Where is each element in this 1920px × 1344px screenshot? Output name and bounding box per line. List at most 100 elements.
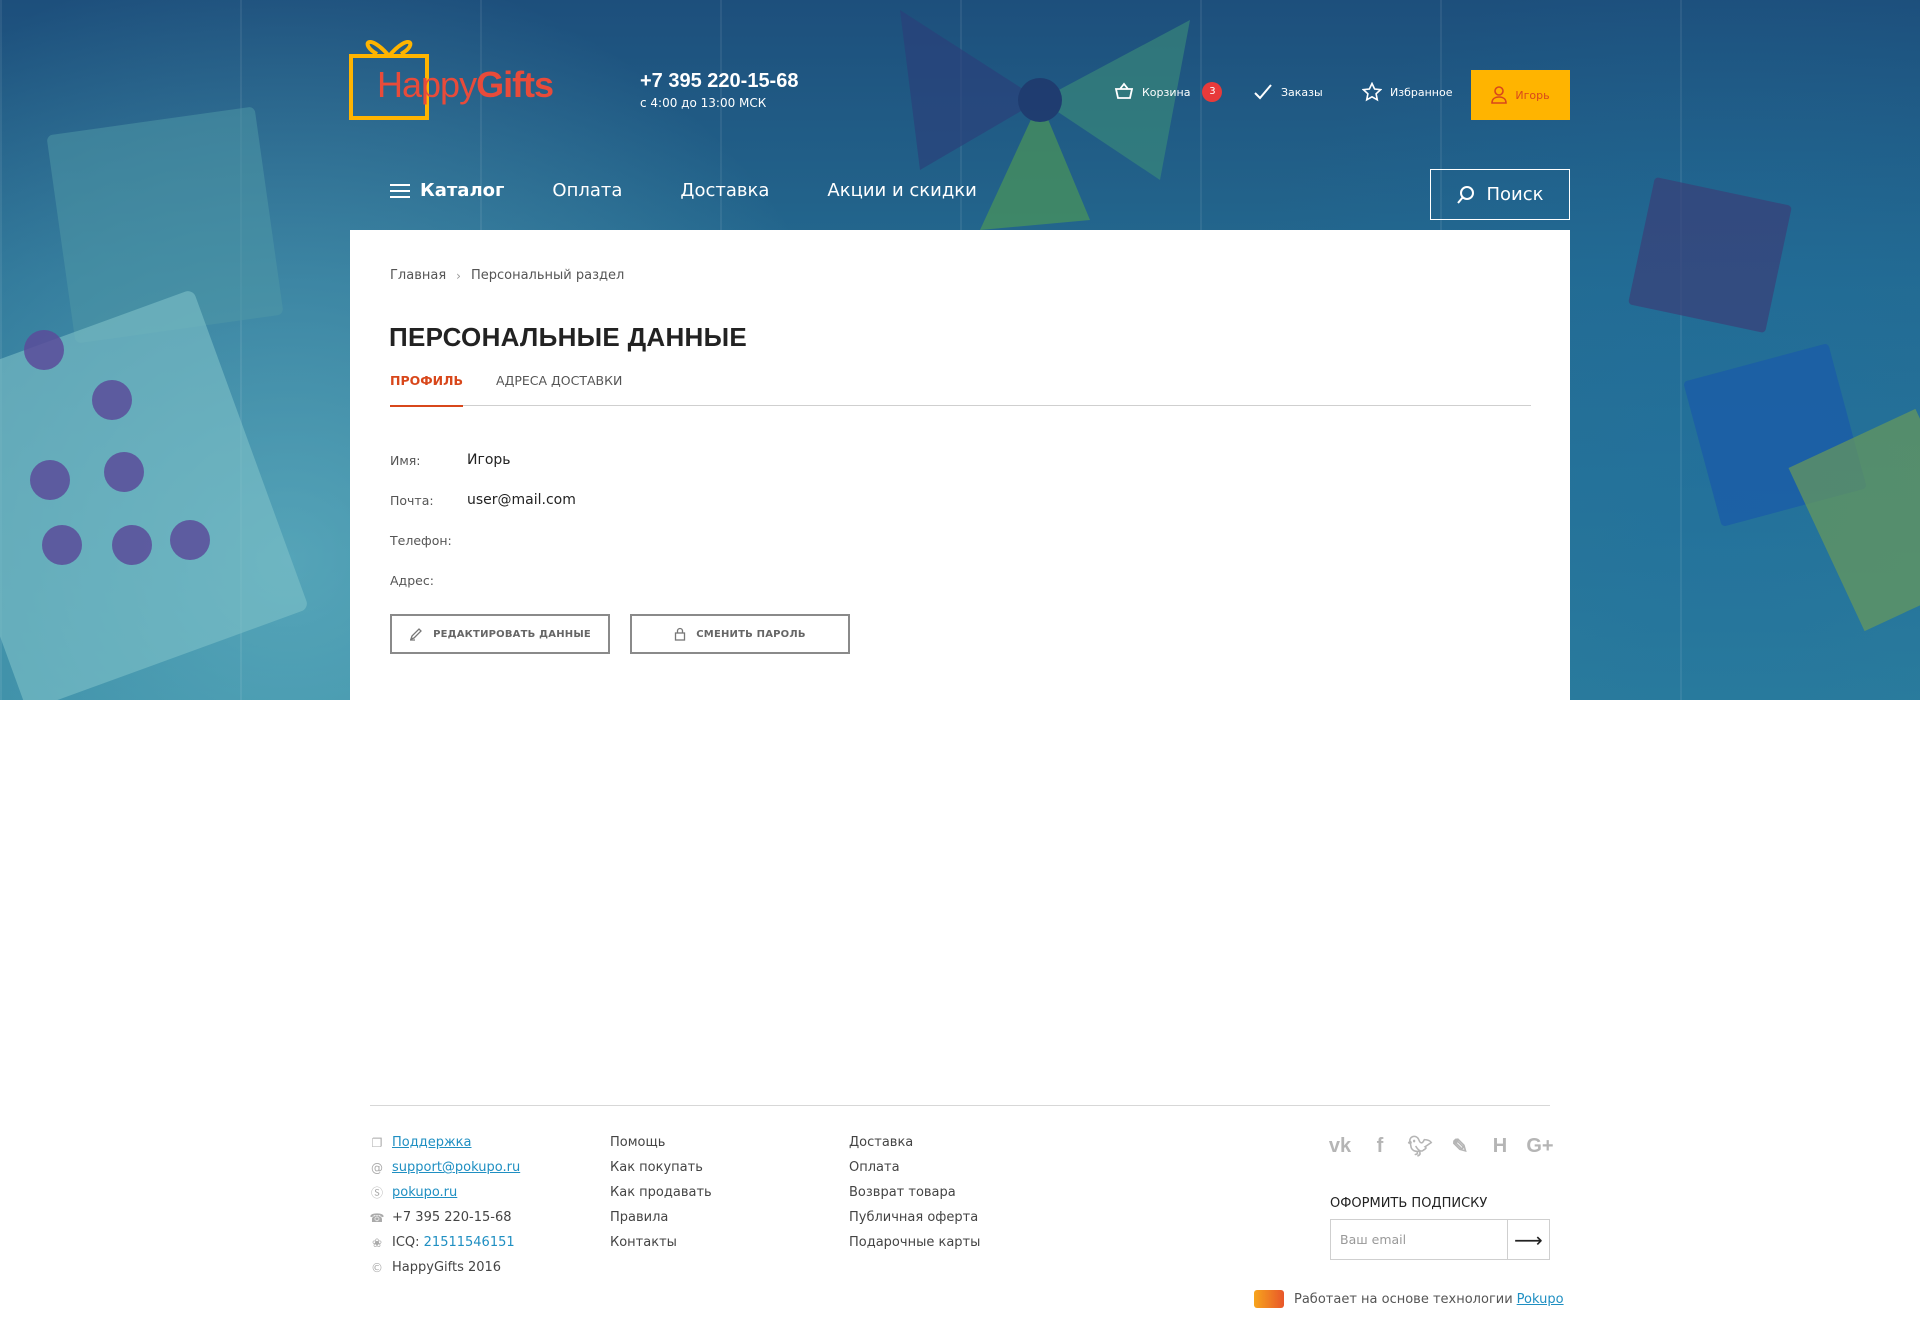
- footer-link[interactable]: Контакты: [610, 1230, 712, 1255]
- field-address: Адрес:: [390, 560, 576, 600]
- nav-catalog[interactable]: Каталог: [390, 180, 504, 201]
- breadcrumb-current: Персональный раздел: [470, 268, 625, 283]
- email-input[interactable]: [1331, 1220, 1507, 1259]
- basket-icon: [1114, 82, 1134, 99]
- check-icon: [1254, 84, 1272, 100]
- profile-tabs: ПРОФИЛЬ АДРЕСА ДОСТАВКИ: [390, 372, 1531, 407]
- footer-link[interactable]: Помощь: [610, 1130, 712, 1155]
- footer-link[interactable]: Оплата: [849, 1155, 980, 1180]
- google-plus-icon[interactable]: G+: [1526, 1134, 1553, 1158]
- footer-info-links: Доставка Оплата Возврат товара Публичная…: [849, 1130, 980, 1255]
- icq-icon: ❀: [371, 1235, 383, 1250]
- subscribe-title: ОФОРМИТЬ ПОДПИСКУ: [1330, 1196, 1488, 1211]
- favorites-link[interactable]: Избранное: [1362, 82, 1452, 102]
- main-nav: Каталог Оплата Доставка Акции и скидки: [390, 180, 1035, 201]
- cart-label: Корзина: [1142, 85, 1191, 99]
- search-button[interactable]: Поиск: [1430, 169, 1570, 220]
- email-link[interactable]: support@pokupo.ru: [392, 1160, 520, 1175]
- user-name: Игорь: [1515, 88, 1550, 102]
- logo[interactable]: HappyGifts: [349, 28, 569, 122]
- skype-link[interactable]: pokupo.ru: [392, 1185, 457, 1200]
- footer-support: ❐ Поддержка: [370, 1130, 520, 1155]
- profile-fields: Имя: Игорь Почта: user@mail.com Телефон:…: [390, 440, 576, 600]
- profile-actions: РЕДАКТИРОВАТЬ ДАННЫЕ СМЕНИТЬ ПАРОЛЬ: [390, 614, 850, 654]
- header-phone: +7 395 220-15-68: [640, 70, 799, 92]
- support-icon: ❐: [371, 1135, 383, 1150]
- footer-email: @ support@pokupo.ru: [370, 1155, 520, 1180]
- user-icon: [1491, 86, 1508, 104]
- cart-count-badge: 3: [1202, 82, 1223, 102]
- field-phone: Телефон:: [390, 520, 576, 560]
- footer-link[interactable]: Публичная оферта: [849, 1205, 980, 1230]
- footer-link[interactable]: Как покупать: [610, 1155, 712, 1180]
- cart-link[interactable]: Корзина 3: [1114, 82, 1223, 102]
- star-icon: [1362, 82, 1382, 102]
- chevron-right-icon: ›: [456, 268, 461, 283]
- footer-phone: ☎ +7 395 220-15-68: [370, 1205, 520, 1230]
- nav-promos[interactable]: Акции и скидки: [827, 180, 976, 201]
- footer-icq: ❀ ICQ: 21511546151: [370, 1230, 520, 1255]
- powered-by: Работает на основе технологии Pokupo: [1254, 1290, 1564, 1308]
- pokupo-link[interactable]: Pokupo: [1517, 1292, 1564, 1307]
- footer-copyright: © HappyGifts 2016: [370, 1255, 520, 1280]
- footer-link[interactable]: Как продавать: [610, 1180, 712, 1205]
- orders-label: Заказы: [1281, 85, 1323, 99]
- support-link[interactable]: Поддержка: [392, 1135, 472, 1150]
- content-panel: Главная › Персональный раздел ПЕРСОНАЛЬН…: [350, 230, 1570, 700]
- subscribe-form: ⟶: [1330, 1219, 1550, 1260]
- footer-link[interactable]: Правила: [610, 1205, 712, 1230]
- arrow-right-icon: ⟶: [1514, 1227, 1543, 1252]
- breadcrumb: Главная › Персональный раздел: [390, 268, 624, 283]
- powered-text: Работает на основе технологии: [1294, 1291, 1513, 1307]
- contact-block: +7 395 220-15-68 с 4:00 до 13:00 МСК: [640, 70, 798, 110]
- tab-delivery-addresses[interactable]: АДРЕСА ДОСТАВКИ: [496, 372, 622, 406]
- orders-link[interactable]: Заказы: [1253, 82, 1323, 102]
- user-account-button[interactable]: Игорь: [1471, 70, 1570, 120]
- pencil-icon: [410, 628, 422, 641]
- menu-icon: [390, 183, 410, 198]
- field-label: Телефон:: [390, 532, 452, 548]
- page-title: ПЕРСОНАЛЬНЫЕ ДАННЫЕ: [389, 322, 748, 352]
- nav-payment[interactable]: Оплата: [552, 180, 622, 201]
- pokupo-logo-icon: [1254, 1290, 1284, 1308]
- field-email: Почта: user@mail.com: [390, 480, 576, 520]
- search-icon: [1457, 185, 1475, 204]
- logo-text: HappyGifts: [377, 64, 554, 105]
- field-label: Имя:: [390, 452, 421, 468]
- change-password-button[interactable]: СМЕНИТЬ ПАРОЛЬ: [630, 614, 850, 654]
- field-value: user@mail.com: [467, 492, 576, 508]
- copyright-icon: ©: [371, 1260, 383, 1275]
- copyright-text: HappyGifts 2016: [392, 1260, 502, 1275]
- working-hours: с 4:00 до 13:00 МСК: [640, 96, 767, 110]
- favorites-label: Избранное: [1390, 85, 1453, 99]
- feather-icon[interactable]: ✎: [1448, 1134, 1472, 1158]
- footer-contacts: ❐ Поддержка @ support@pokupo.ru Ⓢ pokupo…: [370, 1130, 521, 1280]
- breadcrumb-home[interactable]: Главная: [390, 268, 446, 283]
- field-value: Игорь: [467, 452, 511, 468]
- footer-help-links: Помощь Как покупать Как продавать Правил…: [610, 1130, 712, 1255]
- subscribe-submit-button[interactable]: ⟶: [1507, 1220, 1549, 1259]
- footer-skype: Ⓢ pokupo.ru: [370, 1180, 520, 1205]
- lock-icon: [675, 627, 686, 641]
- field-label: Почта:: [390, 492, 434, 508]
- vk-icon[interactable]: vk: [1328, 1134, 1352, 1158]
- nav-delivery[interactable]: Доставка: [680, 180, 769, 201]
- edit-data-button[interactable]: РЕДАКТИРОВАТЬ ДАННЫЕ: [390, 614, 610, 654]
- field-name: Имя: Игорь: [390, 440, 576, 480]
- skype-icon: Ⓢ: [370, 1186, 383, 1200]
- social-links: vk f 🐦︎ ✎ H G+: [1328, 1134, 1554, 1158]
- icq-label: ICQ: 21511546151: [392, 1235, 515, 1250]
- field-label: Адрес:: [390, 572, 434, 588]
- twitter-icon[interactable]: 🐦︎: [1407, 1134, 1432, 1158]
- habr-icon[interactable]: H: [1488, 1134, 1512, 1158]
- footer-link[interactable]: Доставка: [849, 1130, 980, 1155]
- tab-profile[interactable]: ПРОФИЛЬ: [390, 372, 464, 407]
- phone-icon: ☎: [369, 1210, 385, 1225]
- icq-number[interactable]: 21511546151: [424, 1235, 515, 1250]
- footer-link[interactable]: Возврат товара: [849, 1180, 980, 1205]
- footer-divider: [370, 1105, 1550, 1106]
- footer-link[interactable]: Подарочные карты: [849, 1230, 980, 1255]
- footer-phone-text: +7 395 220-15-68: [392, 1210, 512, 1225]
- facebook-icon[interactable]: f: [1368, 1134, 1392, 1158]
- email-icon: @: [371, 1160, 383, 1175]
